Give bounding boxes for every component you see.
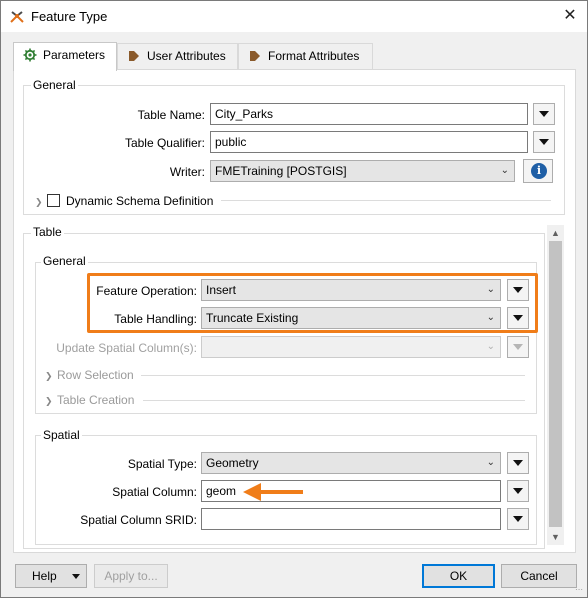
help-button-label: Help bbox=[32, 569, 57, 583]
tab-format-attributes-label: Format Attributes bbox=[268, 49, 360, 63]
spatial-column-menu-button[interactable] bbox=[507, 480, 529, 502]
table-name-menu-button[interactable] bbox=[533, 103, 555, 125]
gear-icon bbox=[23, 48, 37, 62]
table-qualifier-input[interactable]: public bbox=[210, 131, 528, 153]
spatial-type-menu-button[interactable] bbox=[507, 452, 529, 474]
writer-select[interactable]: FMETraining [POSTGIS] ⌄ bbox=[210, 160, 515, 182]
dynamic-schema-label: Dynamic Schema Definition bbox=[66, 194, 214, 208]
update-spatial-menu-button[interactable] bbox=[507, 336, 529, 358]
dynamic-schema-expander[interactable]: ❯ Dynamic Schema Definition bbox=[35, 194, 213, 208]
table-qualifier-label: Table Qualifier: bbox=[124, 136, 205, 150]
chevron-down-icon: ⌄ bbox=[486, 341, 495, 352]
tab-parameters[interactable]: Parameters bbox=[13, 42, 117, 71]
tab-parameters-label: Parameters bbox=[43, 48, 106, 62]
help-button[interactable]: Help bbox=[15, 564, 87, 588]
dynamic-schema-checkbox[interactable] bbox=[47, 194, 60, 207]
spatial-type-value: Geometry bbox=[206, 456, 259, 470]
info-icon: i bbox=[531, 163, 547, 179]
resize-grip-icon[interactable]: ⋯ bbox=[575, 585, 585, 595]
chevron-right-icon: ❯ bbox=[45, 396, 53, 406]
divider bbox=[221, 200, 551, 201]
cancel-button[interactable]: Cancel bbox=[501, 564, 577, 588]
spatial-type-label: Spatial Type: bbox=[127, 457, 197, 471]
scroll-up-icon[interactable]: ▲ bbox=[547, 225, 564, 241]
update-spatial-label: Update Spatial Column(s): bbox=[56, 341, 197, 355]
spatial-srid-menu-button[interactable] bbox=[507, 508, 529, 530]
tab-user-attributes[interactable]: User Attributes bbox=[117, 43, 238, 70]
writer-value: FMETraining [POSTGIS] bbox=[215, 164, 347, 178]
apply-to-button[interactable]: Apply to... bbox=[94, 564, 168, 588]
spatial-srid-label: Spatial Column SRID: bbox=[80, 513, 197, 527]
dropdown-arrow-icon bbox=[72, 574, 80, 579]
table-creation-label: Table Creation bbox=[57, 393, 135, 407]
table-group-title: Table bbox=[31, 225, 64, 239]
feature-type-dialog: Feature Type ✕ Parameters User Attribute… bbox=[0, 0, 588, 598]
table-name-label: Table Name: bbox=[137, 108, 205, 122]
arrow-right-icon bbox=[250, 51, 260, 61]
ok-button[interactable]: OK bbox=[422, 564, 495, 588]
general-group-title: General bbox=[31, 78, 78, 92]
arrow-left-icon bbox=[243, 483, 303, 501]
chevron-right-icon: ❯ bbox=[45, 371, 53, 381]
tab-user-attributes-label: User Attributes bbox=[147, 49, 226, 63]
table-general-subgroup-title: General bbox=[41, 254, 88, 268]
spatial-subgroup-title: Spatial bbox=[41, 428, 82, 442]
highlight-box bbox=[87, 273, 538, 333]
tab-format-attributes[interactable]: Format Attributes bbox=[238, 43, 373, 70]
close-button[interactable]: ✕ bbox=[557, 4, 583, 28]
spatial-type-select[interactable]: Geometry ⌄ bbox=[201, 452, 501, 474]
writer-info-button[interactable]: i bbox=[523, 159, 553, 183]
table-qualifier-menu-button[interactable] bbox=[533, 131, 555, 153]
spatial-srid-input[interactable] bbox=[201, 508, 501, 530]
spatial-column-label: Spatial Column: bbox=[112, 485, 197, 499]
chevron-down-icon: ⌄ bbox=[486, 457, 495, 468]
arrow-right-icon bbox=[129, 51, 139, 61]
scrollbar-thumb[interactable] bbox=[549, 241, 562, 527]
chevron-right-icon: ❯ bbox=[35, 197, 43, 207]
fme-logo-icon bbox=[10, 11, 24, 23]
chevron-down-icon: ⌄ bbox=[500, 165, 509, 176]
table-creation-expander[interactable]: ❯ Table Creation bbox=[45, 393, 134, 407]
update-spatial-select[interactable]: ⌄ bbox=[201, 336, 501, 358]
divider bbox=[141, 375, 525, 376]
divider bbox=[143, 400, 525, 401]
row-selection-expander[interactable]: ❯ Row Selection bbox=[45, 368, 134, 382]
title-bar: Feature Type ✕ bbox=[1, 1, 587, 32]
scroll-down-icon[interactable]: ▼ bbox=[547, 529, 564, 545]
writer-label: Writer: bbox=[169, 165, 205, 179]
window-title: Feature Type bbox=[31, 9, 108, 24]
table-name-input[interactable]: City_Parks bbox=[210, 103, 528, 125]
row-selection-label: Row Selection bbox=[57, 368, 134, 382]
